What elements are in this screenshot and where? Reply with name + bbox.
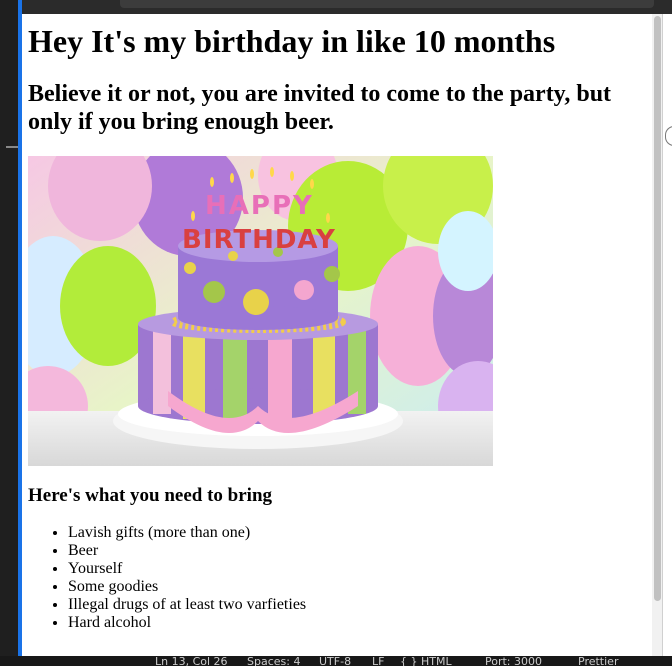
list-item: Some goodies: [68, 578, 306, 596]
list-item: Yourself: [68, 560, 306, 578]
list-heading: Here's what you need to bring: [28, 485, 273, 506]
birthday-cake-image: HAPPY BIRTHDAY: [28, 156, 493, 466]
panel-toggle-icon[interactable]: [665, 126, 672, 146]
encoding-setting[interactable]: UTF-8: [319, 656, 351, 666]
cursor-position[interactable]: Ln 13, Col 26: [155, 656, 228, 666]
live-server-port[interactable]: Port: 3000: [485, 656, 542, 666]
side-panel-edge: [662, 14, 672, 656]
gutter-marker: [6, 146, 18, 148]
left-gutter: [0, 0, 18, 666]
page-heading: Hey It's my birthday in like 10 months: [28, 23, 556, 59]
candle-text-birthday: BIRTHDAY: [182, 225, 336, 255]
list-item: Hard alcohol: [68, 614, 306, 632]
list-item: Lavish gifts (more than one): [68, 524, 306, 542]
language-mode[interactable]: { } HTML: [400, 656, 452, 666]
status-bar: Ln 13, Col 26 Spaces: 4 UTF-8 LF { } HTM…: [0, 656, 672, 666]
bring-list: Lavish gifts (more than one) Beer Yourse…: [28, 524, 306, 632]
editor-window: Hey It's my birthday in like 10 months B…: [0, 0, 672, 666]
indentation-setting[interactable]: Spaces: 4: [247, 656, 300, 666]
eol-setting[interactable]: LF: [372, 656, 384, 666]
address-bar[interactable]: [120, 0, 654, 8]
page-subheading: Believe it or not, you are invited to co…: [28, 81, 612, 135]
prettier-status[interactable]: Prettier: [578, 656, 618, 666]
candle-text-happy: HAPPY: [205, 191, 314, 221]
list-item: Beer: [68, 542, 306, 560]
list-item: Illegal drugs of at least two varfieties: [68, 596, 306, 614]
scrollbar-thumb[interactable]: [654, 16, 661, 601]
preview-page: Hey It's my birthday in like 10 months B…: [22, 14, 652, 656]
preview-toolbar: [22, 0, 672, 14]
vertical-scrollbar[interactable]: [652, 14, 662, 656]
